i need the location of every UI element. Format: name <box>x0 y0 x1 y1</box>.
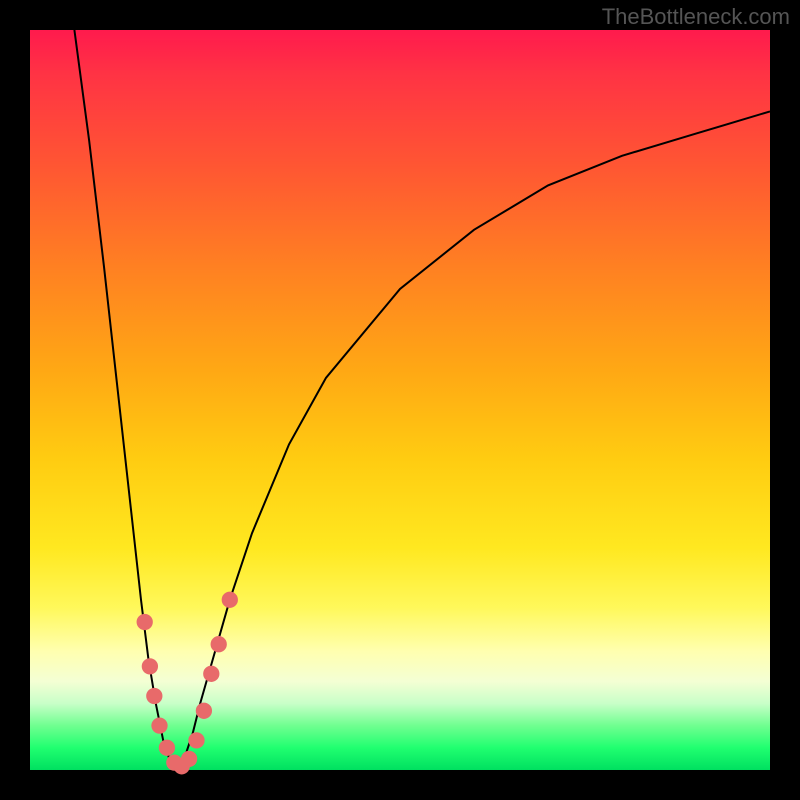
left-curve <box>74 30 178 770</box>
data-marker <box>188 732 204 748</box>
data-marker <box>203 666 219 682</box>
watermark-text: TheBottleneck.com <box>602 4 790 30</box>
data-marker <box>211 636 227 652</box>
data-marker <box>142 658 158 674</box>
data-marker <box>159 740 175 756</box>
right-curve <box>178 111 770 770</box>
data-marker <box>146 688 162 704</box>
curve-layer <box>30 30 770 770</box>
data-marker <box>181 751 197 767</box>
data-marker <box>151 717 167 733</box>
chart-frame: TheBottleneck.com <box>0 0 800 800</box>
data-marker <box>196 703 212 719</box>
data-marker <box>137 614 153 630</box>
data-marker <box>222 592 238 608</box>
